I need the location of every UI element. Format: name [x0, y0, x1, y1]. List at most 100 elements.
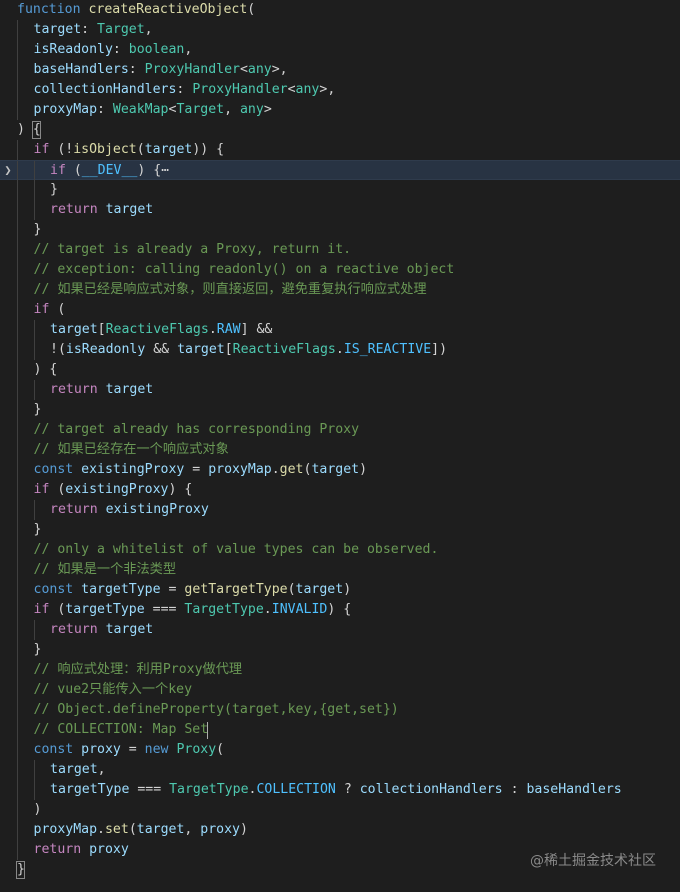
code-line[interactable]: // Object.defineProperty(target,key,{get… — [0, 700, 680, 720]
code-token: collectionHandlers — [359, 782, 503, 797]
bracket-match-highlight-end — [16, 861, 25, 879]
code-line[interactable]: if ( — [0, 300, 680, 320]
indent-guide — [17, 460, 18, 480]
code-line[interactable]: } — [0, 220, 680, 240]
indent-guide — [17, 820, 18, 840]
fold-chevron-icon[interactable]: ❯ — [1, 160, 15, 180]
code-line[interactable]: // 响应式处理：利用Proxy做代理 — [0, 660, 680, 680]
code-token: === — [144, 602, 185, 617]
code-token: = — [160, 582, 185, 597]
code-editor[interactable]: function createReactiveObject(target: Ta… — [0, 0, 680, 892]
code-line[interactable]: targetType === TargetType.COLLECTION ? c… — [0, 780, 680, 800]
indent-guide — [17, 200, 18, 220]
code-line[interactable]: return target — [0, 200, 680, 220]
code-line[interactable]: if (__DEV__) {⋯ — [0, 160, 680, 181]
code-line[interactable]: target, — [0, 760, 680, 780]
code-token: targetType — [50, 782, 130, 797]
code-line[interactable]: // only a whitelist of value types can b… — [0, 540, 680, 560]
code-token: __DEV__ — [81, 163, 138, 178]
code-token: const — [33, 582, 82, 597]
code-token: target — [50, 762, 98, 777]
code-token: new — [144, 742, 177, 757]
code-line[interactable]: if (!isObject(target)) { — [0, 140, 680, 160]
indent-guide — [33, 180, 35, 200]
code-token: . — [97, 822, 105, 837]
indent-guide — [33, 320, 35, 340]
code-line[interactable]: collectionHandlers: ProxyHandler<any>, — [0, 80, 680, 100]
code-line[interactable]: // 如果是一个非法类型 — [0, 560, 680, 580]
indent-guide — [17, 660, 18, 680]
code-line[interactable]: } — [0, 400, 680, 420]
code-token: , — [184, 42, 193, 57]
code-token: ( — [136, 142, 145, 157]
code-token: get — [279, 462, 304, 477]
code-token: . — [208, 322, 217, 337]
code-token: // 如果已经存在一个响应式对象 — [33, 442, 229, 457]
code-line[interactable]: proxyMap: WeakMap<Target, any> — [0, 100, 680, 120]
code-token: // target is already a Proxy, return it. — [33, 242, 352, 257]
code-token: >, — [271, 62, 288, 77]
code-token: ) { — [168, 482, 193, 497]
code-token: createReactiveObject — [88, 2, 248, 17]
code-line[interactable]: return target — [0, 380, 680, 400]
code-line[interactable]: ) { — [0, 120, 680, 140]
code-token: , — [184, 822, 201, 837]
code-token: target — [105, 382, 154, 397]
code-token: ReactiveFlags — [105, 322, 209, 337]
code-token: ) — [343, 582, 352, 597]
code-token: // COLLECTION: Map Set — [33, 722, 209, 737]
code-line[interactable]: } — [0, 520, 680, 540]
code-token: : — [176, 82, 193, 97]
code-line[interactable]: } — [0, 180, 680, 200]
code-token: ( — [247, 2, 256, 17]
indent-guide — [17, 740, 18, 760]
indent-guide — [17, 240, 18, 260]
indent-guide — [17, 280, 18, 300]
code-line[interactable]: ) — [0, 800, 680, 820]
indent-guide — [17, 600, 18, 620]
code-line[interactable]: } — [0, 640, 680, 660]
code-line[interactable]: isReadonly: boolean, — [0, 40, 680, 60]
code-line[interactable]: const existingProxy = proxyMap.get(targe… — [0, 460, 680, 480]
code-line[interactable]: proxyMap.set(target, proxy) — [0, 820, 680, 840]
indent-guide — [33, 340, 35, 360]
folded-ellipsis-icon[interactable]: ⋯ — [161, 163, 169, 178]
code-line[interactable]: target: Target, — [0, 20, 680, 40]
code-token: existingProxy — [65, 482, 169, 497]
code-line[interactable]: // exception: calling readonly() on a re… — [0, 260, 680, 280]
code-line[interactable]: // 如果已经存在一个响应式对象 — [0, 440, 680, 460]
code-line[interactable]: if (existingProxy) { — [0, 480, 680, 500]
code-token: !( — [50, 342, 66, 357]
code-token: : — [97, 102, 113, 117]
code-line[interactable]: return target — [0, 620, 680, 640]
code-token: ) { — [137, 163, 162, 178]
code-token: , — [144, 22, 153, 37]
code-token: targetType — [65, 602, 145, 617]
code-line[interactable]: baseHandlers: ProxyHandler<any>, — [0, 60, 680, 80]
code-line[interactable]: // target already has corresponding Prox… — [0, 420, 680, 440]
code-line[interactable]: function createReactiveObject( — [0, 0, 680, 20]
code-line[interactable]: target[ReactiveFlags.RAW] && — [0, 320, 680, 340]
indent-guide — [33, 200, 35, 220]
code-token: , — [97, 762, 106, 777]
indent-guide — [17, 520, 18, 540]
code-token: proxy — [200, 822, 240, 837]
indent-guide — [17, 620, 18, 640]
code-token: return — [33, 842, 90, 857]
indent-guide — [17, 680, 18, 700]
code-line[interactable]: !(isReadonly && target[ReactiveFlags.IS_… — [0, 340, 680, 360]
bracket-match-highlight — [32, 121, 41, 139]
code-line[interactable]: ) { — [0, 360, 680, 380]
code-line[interactable]: // target is already a Proxy, return it. — [0, 240, 680, 260]
code-line[interactable]: return existingProxy — [0, 500, 680, 520]
code-line[interactable]: // COLLECTION: Map Set — [0, 720, 680, 740]
code-line[interactable]: const targetType = getTargetType(target) — [0, 580, 680, 600]
code-token: : — [81, 22, 98, 37]
code-token: ) — [33, 802, 42, 817]
code-token: > — [263, 102, 272, 117]
code-token: ProxyHandler — [192, 82, 288, 97]
code-line[interactable]: const proxy = new Proxy( — [0, 740, 680, 760]
code-line[interactable]: // 如果已经是响应式对象，则直接返回，避免重复执行响应式处理 — [0, 280, 680, 300]
code-line[interactable]: // vue2只能传入一个key — [0, 680, 680, 700]
code-line[interactable]: if (targetType === TargetType.INVALID) { — [0, 600, 680, 620]
